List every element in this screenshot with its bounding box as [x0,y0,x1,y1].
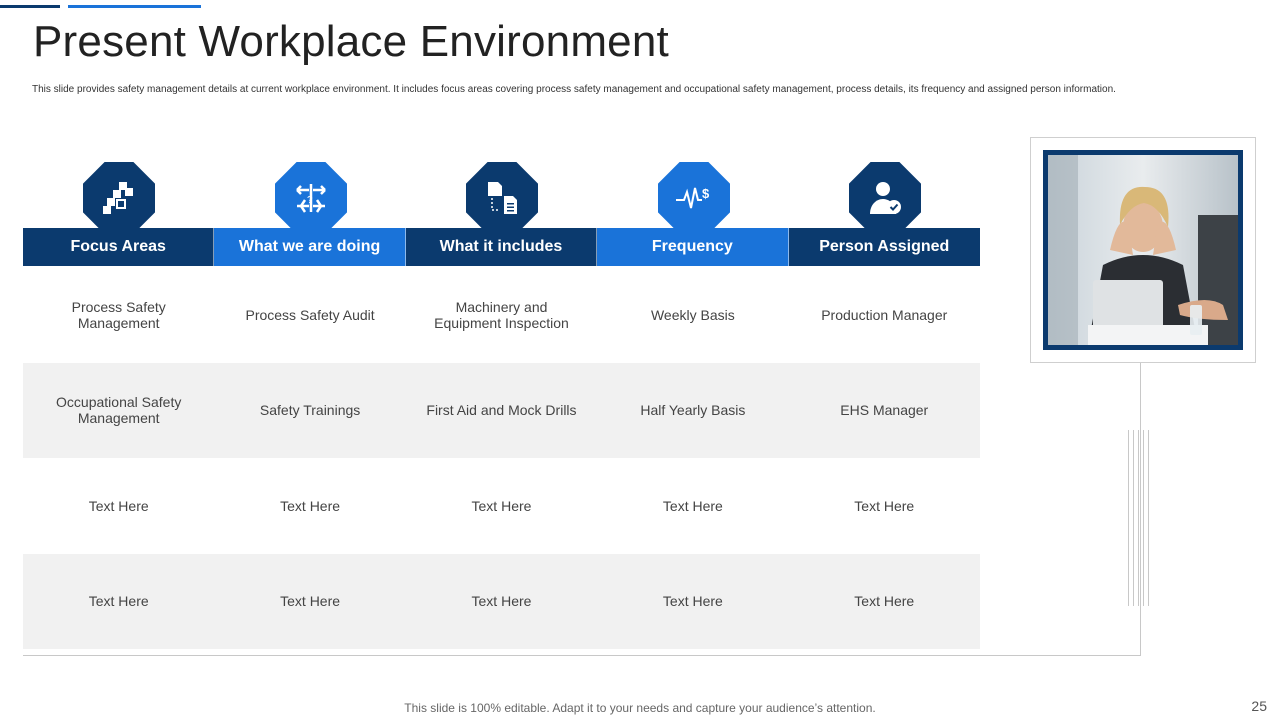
footer-note: This slide is 100% editable. Adapt it to… [404,701,876,715]
table-cell: First Aid and Mock Drills [426,402,577,419]
table-cell: Text Here [471,593,532,610]
top-accent-bar-bright [68,5,201,8]
svg-text:$: $ [702,186,710,201]
table-cell: Process Safety Management [71,298,166,331]
page-number: 25 [1251,698,1267,714]
connector-line-horizontal [23,655,1141,656]
document-flow-icon [466,162,538,234]
table-cell: Text Here [662,497,723,514]
header-icons-row: ? $ [23,160,980,234]
table-cell: EHS Manager [840,402,929,419]
table-cell: Text Here [471,497,532,514]
header-frequency: Frequency [597,228,789,266]
user-check-icon [849,162,921,234]
table-cell: Text Here [854,497,915,514]
table-cell: Text Here [280,497,341,514]
table-cell: Machinery and Equipment Inspection [434,298,569,331]
table-cell: Text Here [854,593,915,610]
table-cell: Text Here [88,497,149,514]
table-cell: Text Here [88,593,149,610]
top-accent-bar-dark [0,5,60,8]
table-cell: Text Here [280,593,341,610]
table-cell: Safety Trainings [259,402,361,419]
header-row: Focus Areas What we are doing What it in… [23,228,980,266]
slide-subtitle: This slide provides safety management de… [32,84,1116,95]
table-row: Process Safety Management Process Safety… [23,267,980,363]
table-cell: Production Manager [821,306,948,323]
header-focus-areas: Focus Areas [23,228,215,266]
table-cell: Text Here [662,593,723,610]
table-cell: Half Yearly Basis [640,402,746,419]
stressed-woman-photo [1043,150,1243,350]
header-person-assigned: Person Assigned [788,228,980,266]
process-arrows-icon: ? [275,162,347,234]
slide-title: Present Workplace Environment [33,17,669,66]
puzzle-blocks-icon [83,162,155,234]
table-cell: Weekly Basis [650,306,735,323]
table-body: Process Safety Management Process Safety… [23,267,980,649]
header-what-it-includes: What it includes [405,228,598,266]
table-row: Occupational Safety Management Safety Tr… [23,362,980,458]
header-what-we-are-doing: What we are doing [214,228,406,266]
decorative-stripes [1128,430,1154,606]
table-row: Text Here Text Here Text Here Text Here … [23,458,980,554]
svg-text:?: ? [307,195,313,206]
photo-frame [1030,137,1256,363]
table-cell: Process Safety Audit [245,306,375,323]
table-row: Text Here Text Here Text Here Text Here … [23,553,980,649]
pulse-dollar-icon: $ [658,162,730,234]
table-cell: Occupational Safety Management [56,394,182,427]
